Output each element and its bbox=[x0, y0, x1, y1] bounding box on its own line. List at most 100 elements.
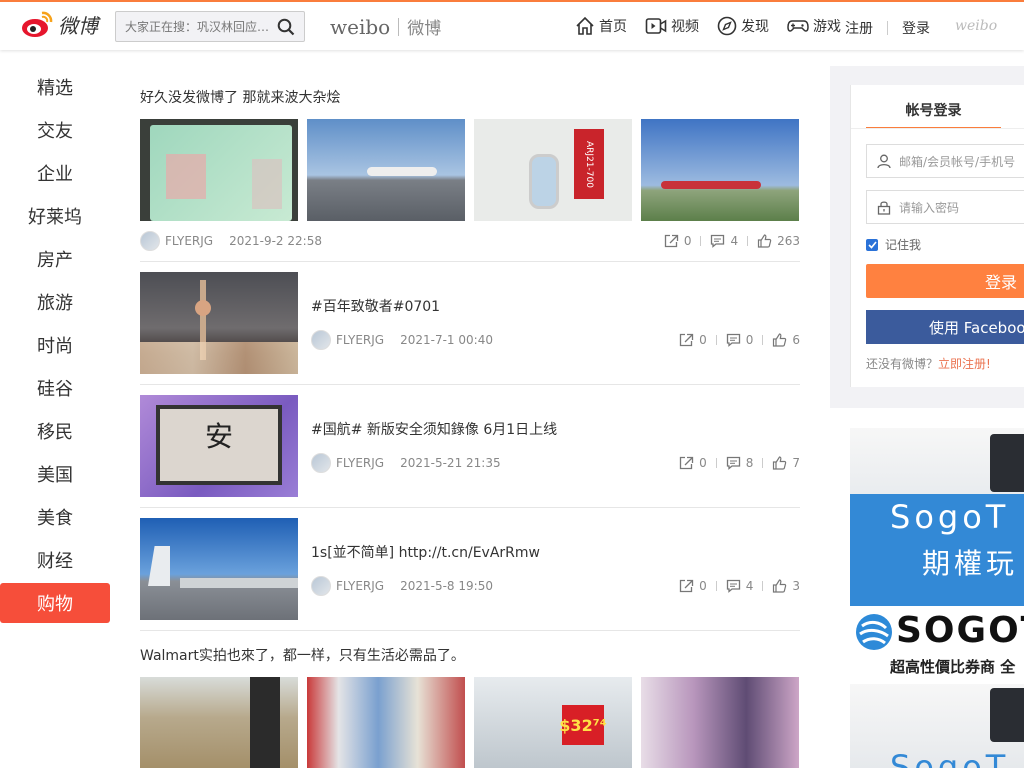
search-box[interactable]: 大家正在搜：巩汉林回应… bbox=[115, 11, 305, 42]
nav-games[interactable]: 游戏 bbox=[787, 16, 841, 36]
weibo-brand[interactable]: weibo 微博 bbox=[330, 14, 441, 40]
username-field[interactable]: 邮箱/会员帐号/手机号 bbox=[866, 144, 1024, 178]
facebook-login-button[interactable]: 使用 Facebook bbox=[866, 310, 1024, 344]
channel-item[interactable]: 时尚 bbox=[0, 323, 110, 366]
thumbs-up-icon bbox=[773, 333, 787, 347]
stat-divider bbox=[762, 458, 764, 468]
channel-item[interactable]: 移民 bbox=[0, 409, 110, 452]
post-image-clothing[interactable] bbox=[641, 677, 799, 768]
post-meta: FLYERJG 2021-5-8 19:50 0 4 3 bbox=[311, 576, 800, 596]
channel-item[interactable]: 美国 bbox=[0, 452, 110, 495]
post-title[interactable]: 好久没发微博了 那就来波大杂烩 bbox=[140, 87, 800, 107]
auth-links: 注册 登录 bbox=[845, 18, 930, 38]
post-images: ARJ21-700 bbox=[140, 119, 800, 221]
search-input[interactable]: 大家正在搜：巩汉林回应… bbox=[116, 18, 271, 35]
channel-item[interactable]: 财经 bbox=[0, 538, 110, 581]
post-date: 2021-5-21 21:35 bbox=[400, 456, 501, 470]
nav-video[interactable]: 视频 bbox=[645, 16, 699, 36]
search-icon[interactable] bbox=[277, 18, 295, 36]
avatar[interactable] bbox=[311, 330, 331, 350]
post-image-shanghai-skyline[interactable] bbox=[140, 272, 298, 374]
post-image-runway[interactable] bbox=[641, 119, 799, 221]
user-icon bbox=[877, 154, 891, 168]
channel-item[interactable]: 美食 bbox=[0, 495, 110, 538]
post-author[interactable]: FLYERJG 2021-5-8 19:50 bbox=[311, 576, 493, 596]
like-button[interactable]: 263 bbox=[757, 234, 800, 248]
post-title[interactable]: Walmart实拍也來了，都一样，只有生活必需品了。 bbox=[140, 645, 800, 665]
like-button[interactable]: 7 bbox=[772, 456, 800, 470]
share-count: 0 bbox=[699, 333, 707, 347]
advertisement[interactable]: SogoT 期權玩 SOGOT 超高性價比券商 全 SogoT bbox=[850, 428, 1024, 768]
post-date: 2021-7-1 00:40 bbox=[400, 333, 493, 347]
like-button[interactable]: 3 bbox=[772, 579, 800, 593]
channel-item[interactable]: 企业 bbox=[0, 151, 110, 194]
comment-button[interactable]: 4 bbox=[726, 579, 753, 593]
channel-item[interactable]: 房产 bbox=[0, 237, 110, 280]
post-body: #百年致敬者#0701 FLYERJG 2021-7-1 00:40 0 0 6 bbox=[298, 272, 800, 374]
comment-button[interactable]: 8 bbox=[726, 456, 753, 470]
avatar[interactable] bbox=[311, 576, 331, 596]
channel-item[interactable]: 精选 bbox=[0, 65, 110, 108]
post-title[interactable]: 1s[並不简单] http://t.cn/EvArRmw bbox=[311, 542, 800, 562]
signup-hint: 还没有微博？立即注册! bbox=[866, 355, 991, 372]
weibo-small-logo[interactable]: weibo bbox=[955, 18, 997, 34]
remember-me[interactable]: 记住我 bbox=[866, 236, 921, 253]
post-title[interactable]: #国航# 新版安全须知錄像 6月1日上线 bbox=[311, 419, 800, 439]
like-button[interactable]: 6 bbox=[772, 333, 800, 347]
ad-subheadline: 期權玩 bbox=[922, 547, 1019, 580]
feed-post: 安 #国航# 新版安全须知錄像 6月1日上线 FLYERJG 2021-5-21… bbox=[140, 385, 800, 508]
password-input[interactable]: 请输入密码 bbox=[899, 199, 959, 216]
post-image-cabin-window[interactable]: ARJ21-700 bbox=[474, 119, 632, 221]
channel-item[interactable]: 旅游 bbox=[0, 280, 110, 323]
weibo-logo[interactable]: 微博 bbox=[20, 9, 98, 39]
post-image-airport-plane[interactable] bbox=[307, 119, 465, 221]
nav-discover[interactable]: 发现 bbox=[717, 16, 769, 36]
avatar[interactable] bbox=[311, 453, 331, 473]
ad-image-top bbox=[850, 428, 1024, 494]
post-image-store-aisle[interactable] bbox=[140, 677, 298, 768]
share-button[interactable]: 0 bbox=[679, 333, 707, 347]
share-button[interactable]: 0 bbox=[679, 456, 707, 470]
channel-item-active[interactable]: 购物 bbox=[0, 583, 110, 623]
top-navigation-bar: 微博 大家正在搜：巩汉林回应… weibo 微博 首页 视频 发现 游戏 注册 … bbox=[0, 0, 1024, 50]
thumbs-up-icon bbox=[773, 456, 787, 470]
ad-image-bottom: SogoT bbox=[850, 684, 1024, 768]
login-button[interactable]: 登录 bbox=[866, 264, 1024, 298]
post-image-price-sign[interactable]: $32⁷⁴ bbox=[474, 677, 632, 768]
post-image-apron[interactable] bbox=[140, 518, 298, 620]
author-name[interactable]: FLYERJG bbox=[336, 456, 384, 470]
signup-link[interactable]: 立即注册! bbox=[938, 357, 991, 371]
photo-tower-ball bbox=[195, 300, 211, 316]
author-name[interactable]: FLYERJG bbox=[165, 234, 213, 248]
login-link[interactable]: 登录 bbox=[902, 18, 930, 38]
comment-button[interactable]: 0 bbox=[726, 333, 753, 347]
author-name[interactable]: FLYERJG bbox=[336, 333, 384, 347]
post-author[interactable]: FLYERJG 2021-7-1 00:40 bbox=[311, 330, 493, 350]
tab-account-login[interactable]: 帐号登录 bbox=[866, 100, 1001, 129]
photo-tag: ARJ21-700 bbox=[574, 129, 604, 199]
register-link[interactable]: 注册 bbox=[845, 18, 873, 38]
post-image-store-shelves[interactable] bbox=[307, 677, 465, 768]
channel-item[interactable]: 交友 bbox=[0, 108, 110, 151]
screen-character: 安 bbox=[204, 420, 233, 453]
post-author[interactable]: FLYERJG 2021-5-21 21:35 bbox=[311, 453, 501, 473]
post-image-id-card[interactable] bbox=[140, 119, 298, 221]
share-button[interactable]: 0 bbox=[679, 579, 707, 593]
feed-post: #百年致敬者#0701 FLYERJG 2021-7-1 00:40 0 0 6 bbox=[140, 262, 800, 385]
channel-item[interactable]: 硅谷 bbox=[0, 366, 110, 409]
remember-checkbox[interactable] bbox=[866, 238, 878, 251]
author-name[interactable]: FLYERJG bbox=[336, 579, 384, 593]
username-input[interactable]: 邮箱/会员帐号/手机号 bbox=[899, 153, 1015, 170]
checkmark-icon bbox=[867, 240, 877, 249]
post-author[interactable]: FLYERJG 2021-9-2 22:58 bbox=[140, 231, 322, 251]
post-image-cabin-screen[interactable]: 安 bbox=[140, 395, 298, 497]
avatar[interactable] bbox=[140, 231, 160, 251]
password-field[interactable]: 请输入密码 bbox=[866, 190, 1024, 224]
auth-divider bbox=[887, 21, 888, 35]
post-title[interactable]: #百年致敬者#0701 bbox=[311, 296, 800, 316]
share-button[interactable]: 0 bbox=[664, 234, 691, 248]
channel-item[interactable]: 好莱坞 bbox=[0, 194, 110, 237]
nav-home[interactable]: 首页 bbox=[575, 16, 627, 36]
comment-button[interactable]: 4 bbox=[710, 234, 738, 248]
comment-icon bbox=[726, 579, 740, 593]
